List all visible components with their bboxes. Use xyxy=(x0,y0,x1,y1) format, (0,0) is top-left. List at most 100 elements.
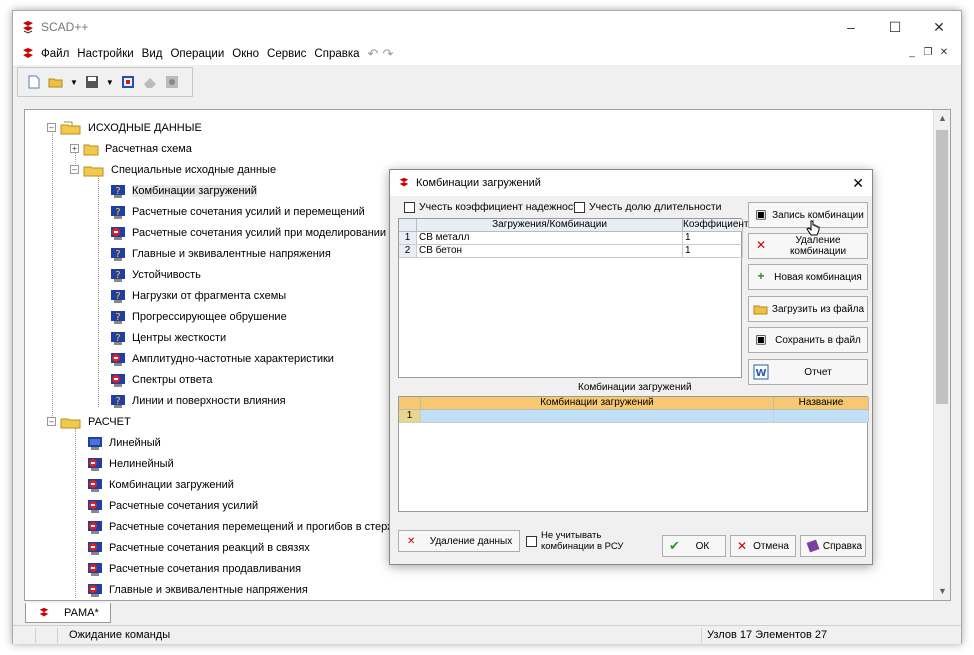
tree-label: Прогрессирующее обрушение xyxy=(132,310,287,323)
new-combination-button[interactable]: + Новая комбинация xyxy=(748,264,868,290)
tree-item[interactable]: ? Устойчивость xyxy=(110,264,201,285)
combination-name-cell[interactable] xyxy=(774,410,869,423)
tree-item[interactable]: ? Расчетные сочетания усилий и перемещен… xyxy=(110,201,365,222)
tree-label: Расчетные сочетания перемещений и прогиб… xyxy=(109,520,413,533)
tree-item[interactable]: Амплитудно-частотные характеристики xyxy=(110,348,334,369)
ignore-rsu-checkbox[interactable] xyxy=(526,535,537,547)
mdi-minimize-button[interactable]: _ xyxy=(905,46,919,60)
tree-label: Линии и поверхности влияния xyxy=(132,394,286,407)
ok-button[interactable]: ✔ ОК xyxy=(662,535,726,557)
col-header-loads[interactable]: Загружения/Комбинации xyxy=(417,219,683,232)
new-file-icon[interactable] xyxy=(26,74,42,90)
loads-grid[interactable]: Загружения/Комбинации Коэффициент 1 СВ м… xyxy=(398,218,749,378)
dialog-close-icon[interactable]: ✕ xyxy=(852,175,864,192)
collapse-icon[interactable]: – xyxy=(47,417,56,426)
scheme-icon[interactable] xyxy=(120,74,136,90)
collapse-icon[interactable]: – xyxy=(47,123,56,132)
report-button[interactable]: W Отчет xyxy=(748,359,868,385)
save-icon[interactable] xyxy=(84,74,100,90)
tree-item[interactable]: Нелинейный xyxy=(87,453,174,474)
collapse-icon[interactable]: – xyxy=(70,165,79,174)
tree-item[interactable]: ? Центры жесткости xyxy=(110,327,226,348)
save-to-file-button[interactable]: ▣ Сохранить в файл xyxy=(748,327,868,353)
monitor-stop-icon xyxy=(88,520,102,534)
toolbar: ▼ ▼ xyxy=(17,67,193,97)
open-dropdown-icon[interactable]: ▼ xyxy=(70,78,78,87)
ignore-rsu-checkbox-row[interactable]: Не учитывать комбинации в РСУ xyxy=(526,530,623,552)
tree-label: Линейный xyxy=(109,436,161,449)
scroll-thumb[interactable] xyxy=(936,130,948,404)
tree-node-calculation[interactable]: – РАСЧЕТ xyxy=(47,411,131,432)
tree-label: Спектры ответа xyxy=(132,373,213,386)
settings-gear-icon[interactable] xyxy=(164,74,180,90)
menu-file[interactable]: Файл xyxy=(37,48,73,60)
tree-label: ИСХОДНЫЕ ДАННЫЕ xyxy=(88,121,202,134)
tree-item[interactable]: ? Нагрузки от фрагмента схемы xyxy=(110,285,286,306)
monitor-question-icon: ? xyxy=(111,268,125,282)
combination-cell[interactable] xyxy=(421,410,774,423)
menu-help[interactable]: Справка xyxy=(310,48,363,60)
tree-item[interactable]: Комбинации загружений xyxy=(87,474,234,495)
tree-item[interactable]: Спектры ответа xyxy=(110,369,213,390)
tree-item[interactable]: Расчетные сочетания реакций в связях xyxy=(87,537,310,558)
cancel-button[interactable]: ✕ Отмена xyxy=(730,535,796,557)
monitor-stop-icon xyxy=(88,499,102,513)
menu-view[interactable]: Вид xyxy=(138,48,167,60)
tree-node-special-data[interactable]: – Специальные исходные данные xyxy=(70,159,276,180)
reliability-checkbox-row[interactable]: Учесть коэффициент надежности xyxy=(404,201,584,213)
tree-item-load-combinations[interactable]: ? Комбинации загружений xyxy=(110,180,257,201)
duration-checkbox[interactable] xyxy=(574,201,585,213)
scroll-down-icon[interactable]: ▼ xyxy=(934,583,950,600)
col-header-name[interactable]: Название xyxy=(774,397,869,410)
load-name-cell[interactable]: СВ металл xyxy=(417,232,683,245)
load-from-file-button[interactable]: Загрузить из файла xyxy=(748,296,868,322)
monitor-stop-icon xyxy=(88,562,102,576)
minimize-button[interactable]: – xyxy=(829,11,873,43)
mdi-close-button[interactable]: ✕ xyxy=(937,46,951,60)
delete-data-button[interactable]: ✕ Удаление данных xyxy=(398,530,520,552)
delete-x-icon: ✕ xyxy=(755,238,767,252)
expand-icon[interactable]: + xyxy=(70,144,79,153)
tree-item[interactable]: ? Прогрессирующее обрушение xyxy=(110,306,287,327)
load-name-cell[interactable]: СВ бетон xyxy=(417,245,683,258)
duration-checkbox-row[interactable]: Учесть долю длительности xyxy=(574,201,722,213)
maximize-button[interactable]: ☐ xyxy=(873,11,917,43)
tree-item[interactable]: Главные и эквивалентные напряжения xyxy=(87,579,308,600)
monitor-stop-icon xyxy=(88,541,102,555)
open-folder-icon[interactable] xyxy=(48,74,64,90)
document-tab[interactable]: РАМА* xyxy=(25,603,111,623)
tree-label: Расчетная схема xyxy=(105,142,192,155)
menu-settings[interactable]: Настройки xyxy=(73,48,137,60)
tree-scrollbar[interactable]: ▲ ▼ xyxy=(933,110,950,600)
close-button[interactable]: ✕ xyxy=(917,11,961,43)
menu-operations[interactable]: Операции xyxy=(166,48,228,60)
tree-item[interactable]: ? Главные и эквивалентные напряжения xyxy=(110,243,331,264)
tree-item[interactable]: Расчетные сочетания перемещений и прогиб… xyxy=(87,516,412,537)
menu-window[interactable]: Окно xyxy=(228,48,263,60)
monitor-question-icon: ? xyxy=(111,184,125,198)
tree-item[interactable]: ? Линии и поверхности влияния xyxy=(110,390,286,411)
menu-service[interactable]: Сервис xyxy=(263,48,310,60)
tree-item[interactable]: Расчетные сочетания продавливания xyxy=(87,558,301,579)
tree-item[interactable]: Расчетные сочетания усилий xyxy=(87,495,258,516)
tree-label: Устойчивость xyxy=(132,268,201,281)
col-header-combinations[interactable]: Комбинации загружений xyxy=(421,397,774,410)
eraser-icon[interactable] xyxy=(142,74,158,90)
scroll-up-icon[interactable]: ▲ xyxy=(934,110,950,127)
save-dropdown-icon[interactable]: ▼ xyxy=(106,78,114,87)
col-header-coef[interactable]: Коэффициент xyxy=(683,219,749,232)
tree-node-source-data[interactable]: – ИСХОДНЫЕ ДАННЫЕ xyxy=(47,117,202,138)
tree-item[interactable]: Линейный xyxy=(87,432,161,453)
scad-logo-icon xyxy=(23,21,33,34)
combinations-grid[interactable]: Комбинации загружений Название 1 xyxy=(398,396,869,512)
reliability-checkbox[interactable] xyxy=(404,201,415,213)
scad-menu-icon[interactable] xyxy=(21,47,35,61)
redo-icon[interactable]: ↷ xyxy=(382,46,393,62)
tree-node-schema[interactable]: + Расчетная схема xyxy=(70,138,192,159)
mdi-restore-button[interactable]: ❐ xyxy=(921,46,935,60)
delete-x-icon: ✕ xyxy=(407,535,416,547)
undo-icon[interactable]: ↶ xyxy=(368,46,379,62)
help-button[interactable]: Справка xyxy=(800,535,866,557)
load-coef-cell[interactable]: 1 xyxy=(683,245,743,258)
load-coef-cell[interactable]: 1 xyxy=(683,232,743,245)
